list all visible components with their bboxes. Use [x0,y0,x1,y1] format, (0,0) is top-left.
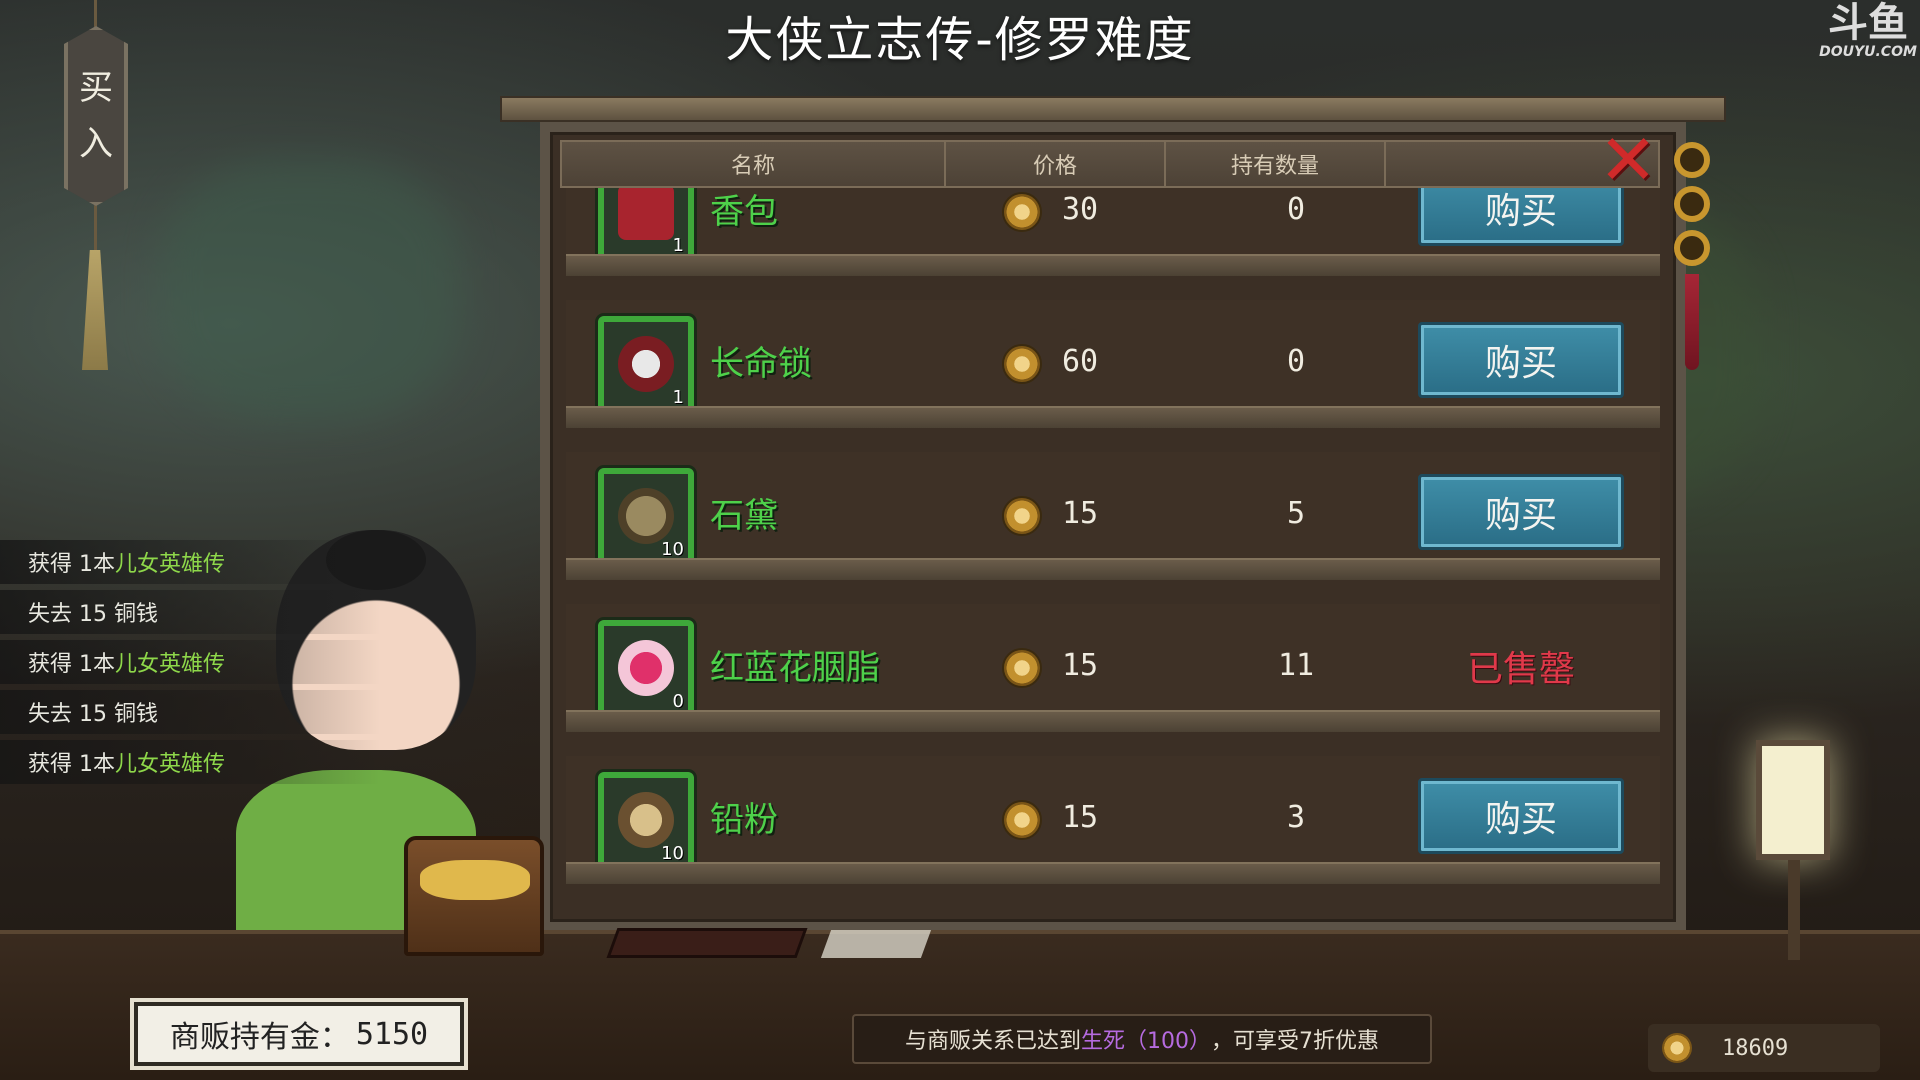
shelf-plank [566,254,1660,276]
log-entry: 失去 15 铜钱 [0,590,380,634]
buy-button[interactable]: 购买 [1418,474,1624,550]
item-owned: 3 [1286,800,1306,835]
copper-coin-icon [1002,648,1042,688]
item-name: 长命锁 [710,344,812,384]
item-list[interactable]: 1 香包 30 0 购买 1 长命锁 60 0 购买 10 石黛 15 5 购买 [566,188,1660,918]
log-entry: 获得 1本 儿女英雄传 [0,640,380,684]
copper-coin-icon [1002,496,1042,536]
coin-ring-icon [1674,230,1710,266]
sold-out-label: 已售罄 [1466,649,1575,690]
list-item: 0 红蓝花胭脂 15 11 已售罄 [566,604,1660,732]
header-name: 名称 [562,142,946,186]
shelf-top-beam [500,96,1726,122]
shelf-plank [566,710,1660,732]
longevity-lock-icon [618,336,674,392]
sign-char: 入 [79,124,113,164]
item-price: 30 [1062,192,1099,227]
game-title: 大侠立志传-修罗难度 [725,12,1195,68]
item-name: 铅粉 [710,800,778,840]
item-owned: 0 [1286,344,1306,379]
log-entry: 获得 1本 儿女英雄传 [0,540,380,584]
copper-coin-icon [1662,1033,1692,1063]
abacus-icon [606,928,808,958]
shelf-plank [566,862,1660,884]
red-tassel [1685,274,1699,370]
buy-button[interactable]: 购买 [1418,188,1624,246]
relation-discount: ，可享受7折优惠 [1211,1029,1379,1054]
lantern-icon [1756,740,1830,860]
item-price: 15 [1062,648,1099,683]
list-item: 10 铅粉 15 3 购买 [566,756,1660,884]
shelf-plank [566,558,1660,580]
list-item: 1 长命锁 60 0 购买 [566,300,1660,428]
douyu-logo: 斗鱼 [1828,0,1908,46]
gold-pile [420,860,530,900]
item-slot: 10 [598,468,694,564]
item-slot: 0 [598,620,694,716]
item-name: 石黛 [710,496,778,536]
merchant-gold-value: 5150 [355,1016,429,1052]
relation-notice: 与商贩关系已达到 生死（100） ，可享受7折优惠 [852,1014,1432,1064]
log-entry: 失去 15 铜钱 [0,690,380,734]
log-entry: 获得 1本 儿女英雄传 [0,740,380,784]
merchant-gold-panel: 商贩持有金： 5150 [134,1002,464,1066]
sachet-icon [618,188,674,240]
item-price: 15 [1062,800,1099,835]
item-price: 60 [1062,344,1099,379]
player-gold-panel: 18609 [1648,1024,1880,1072]
relation-level: 生死（100） [1081,1029,1211,1054]
rouge-icon [618,640,674,696]
item-stack: 1 [672,235,684,256]
sign-char: 买 [79,68,113,108]
message-log: 获得 1本 儿女英雄传 失去 15 铜钱 获得 1本 儿女英雄传 失去 15 铜钱 … [0,540,380,790]
copper-coin-icon [1002,192,1042,232]
item-name: 香包 [710,192,778,232]
copper-coin-icon [1002,344,1042,384]
close-button[interactable]: ✕ [1596,125,1660,195]
coin-ring-icon [1674,142,1710,178]
item-slot: 1 [598,188,694,260]
item-price: 15 [1062,496,1099,531]
coin-chain-decor [1674,142,1714,370]
header-owned: 持有数量 [1166,142,1386,186]
header-price: 价格 [946,142,1166,186]
item-stack: 10 [661,539,684,560]
stone-eyebrow-ink-icon [618,488,674,544]
item-slot: 10 [598,772,694,868]
background-blur [160,160,460,420]
buy-mode-sign: 买 入 [64,26,128,206]
lead-powder-icon [618,792,674,848]
item-stack: 10 [661,843,684,864]
item-owned: 5 [1286,496,1306,531]
player-gold-value: 18609 [1722,1035,1789,1061]
list-item: 1 香包 30 0 购买 [566,188,1660,276]
douyu-watermark: 斗鱼 DOUYU.COM [1816,2,1920,60]
item-name: 红蓝花胭脂 [710,648,880,688]
lantern-pole [1788,860,1800,960]
list-item: 10 石黛 15 5 购买 [566,452,1660,580]
tassel [82,250,108,370]
shelf-plank [566,406,1660,428]
item-stack: 0 [672,691,684,712]
item-owned: 0 [1286,192,1306,227]
buy-button[interactable]: 购买 [1418,322,1624,398]
douyu-site: DOUYU.COM [1819,44,1917,60]
coin-ring-icon [1674,186,1710,222]
copper-coin-icon [1002,800,1042,840]
item-stack: 1 [672,387,684,408]
merchant-gold-label: 商贩持有金： [169,1020,350,1055]
paper-stack-icon [820,930,932,958]
item-owned: 11 [1277,648,1315,683]
item-slot: 1 [598,316,694,412]
table-header: 名称 价格 持有数量 [560,140,1660,188]
relation-text: 与商贩关系已达到 [904,1029,1081,1054]
buy-button[interactable]: 购买 [1418,778,1624,854]
